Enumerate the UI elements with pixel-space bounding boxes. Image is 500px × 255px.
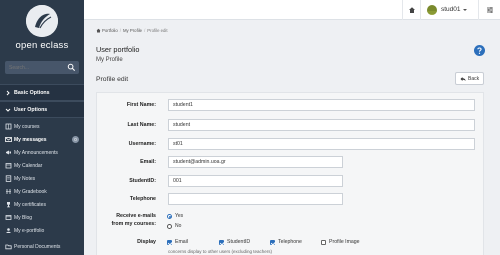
first-name-field[interactable] — [168, 99, 475, 111]
checkbox-label: StudentID — [227, 239, 251, 245]
checkbox-checked-icon — [167, 240, 172, 245]
radio-unselected-icon — [167, 224, 172, 229]
first-name-label: First Name: — [126, 102, 156, 108]
radio-label: No — [175, 223, 182, 229]
sidebar-item-label: My courses — [14, 124, 40, 130]
breadcrumb-separator: / — [119, 28, 121, 33]
user-name: stud01 — [441, 6, 461, 13]
radio-selected-icon — [167, 214, 172, 219]
username-field[interactable] — [168, 138, 475, 150]
chevron-down-icon — [5, 108, 11, 112]
sidebar-section-label: User Options — [14, 107, 48, 113]
gradebook-icon — [6, 189, 11, 194]
back-button[interactable]: Back — [455, 72, 484, 85]
checkbox-checked-icon — [270, 240, 275, 245]
breadcrumb-link-portfolio[interactable]: Portfolio — [102, 28, 118, 33]
sidebar-item-my-e-portfolio[interactable]: My e-portfolio — [0, 224, 84, 237]
student-id-label: StudentID: — [129, 178, 156, 184]
book-icon — [5, 123, 12, 130]
reply-arrow-icon — [460, 77, 466, 81]
home-button[interactable] — [402, 0, 420, 20]
telephone-label: Telephone — [129, 196, 156, 202]
blog-icon — [5, 215, 12, 220]
last-name-label: Last Name: — [127, 122, 156, 128]
telephone-field[interactable] — [168, 193, 343, 205]
breadcrumb-separator: / — [144, 28, 146, 33]
sidebar-item-label: My Blog — [14, 215, 33, 221]
home-icon — [409, 7, 415, 13]
search-box[interactable] — [5, 61, 79, 74]
receive-emails-yes-radio[interactable]: Yes — [167, 213, 197, 221]
search-icon[interactable] — [67, 63, 76, 72]
sidebar-item-my-certificates[interactable]: My certificates — [0, 198, 84, 211]
display-hint: concerns display to other users (excludi… — [168, 249, 273, 254]
username-label: Username: — [128, 141, 156, 147]
student-id-field[interactable] — [168, 175, 343, 187]
envelope-icon — [5, 137, 12, 142]
display-label: Display — [137, 239, 156, 245]
trophy-icon — [7, 202, 10, 208]
section-title: Profile edit — [96, 76, 129, 83]
sidebar-item-my-gradebook[interactable]: My Gradebook — [0, 185, 84, 198]
last-name-field[interactable] — [168, 119, 475, 131]
receive-emails-label-line2: from my courses: — [111, 221, 156, 227]
folder-icon — [5, 244, 12, 250]
sidebar-item-label: My messages — [14, 137, 47, 143]
messages-count-badge: 0 — [72, 136, 79, 143]
email-field[interactable] — [168, 156, 343, 168]
back-button-label: Back — [468, 76, 480, 82]
help-icon[interactable] — [474, 45, 485, 56]
logo-icon[interactable] — [26, 5, 58, 37]
breadcrumb-current: Profile edit — [147, 28, 168, 33]
receive-emails-label: Receive e-mails — [116, 213, 156, 219]
sliders-icon — [487, 7, 493, 13]
user-menu[interactable]: stud01 — [420, 0, 478, 20]
sidebar-item-my-messages[interactable]: My messages 0 — [0, 133, 84, 146]
sidebar-item-label: My certificates — [14, 202, 46, 208]
sidebar-section-label: Basic Options — [14, 90, 50, 96]
sidebar-item-label: My e-portfolio — [14, 228, 45, 234]
radio-label: Yes — [175, 213, 184, 219]
sidebar-item-my-announcements[interactable]: My Announcements — [0, 146, 84, 159]
checkbox-checked-icon — [219, 240, 224, 245]
profile-form-panel — [96, 92, 484, 255]
page-title: User portfolio — [96, 45, 140, 54]
sidebar-item-label: My Notes — [14, 176, 36, 182]
logo-text: open eclass — [15, 40, 69, 51]
sidebar-item-my-calendar[interactable]: My Calendar — [0, 159, 84, 172]
sidebar: open eclass Basic Options User Options M… — [0, 0, 84, 255]
checkbox-unchecked-icon — [321, 240, 326, 245]
sidebar-item-my-courses[interactable]: My courses — [0, 120, 84, 133]
sidebar-section-user-options[interactable]: User Options — [0, 101, 84, 118]
receive-emails-no-radio[interactable]: No — [167, 223, 197, 231]
sidebar-item-personal-documents[interactable]: Personal Documents — [0, 240, 84, 253]
sidebar-item-label: My Announcements — [14, 150, 58, 156]
notes-icon — [5, 175, 12, 182]
sidebar-item-label: Personal Documents — [14, 244, 61, 250]
sidebar-item-label: My Gradebook — [14, 189, 47, 195]
search-input[interactable] — [9, 62, 65, 73]
avatar — [427, 5, 437, 15]
sidebar-item-my-notes[interactable]: My Notes — [0, 172, 84, 185]
calendar-icon — [5, 163, 12, 169]
sidebar-item-label: My Calendar — [14, 163, 43, 169]
top-bar: stud01 — [84, 0, 500, 20]
bullhorn-icon — [6, 150, 11, 155]
checkbox-label: Telephone — [278, 239, 302, 245]
page-subtitle: My Profile — [96, 57, 123, 63]
breadcrumb: Portfolio / My Profile / Profile edit — [96, 28, 168, 33]
caret-down-icon — [463, 9, 467, 11]
email-label: Email: — [140, 159, 156, 165]
portfolio-icon — [6, 228, 11, 233]
sidebar-section-basic-options[interactable]: Basic Options — [0, 84, 84, 101]
chevron-right-icon — [6, 90, 10, 96]
breadcrumb-link-my-profile[interactable]: My Profile — [123, 28, 142, 33]
sidebar-item-my-blog[interactable]: My Blog — [0, 211, 84, 224]
home-icon[interactable] — [96, 28, 101, 33]
checkbox-label: Email — [175, 239, 188, 245]
settings-menu-button[interactable] — [478, 0, 500, 20]
checkbox-label: Profile Image — [329, 239, 360, 245]
